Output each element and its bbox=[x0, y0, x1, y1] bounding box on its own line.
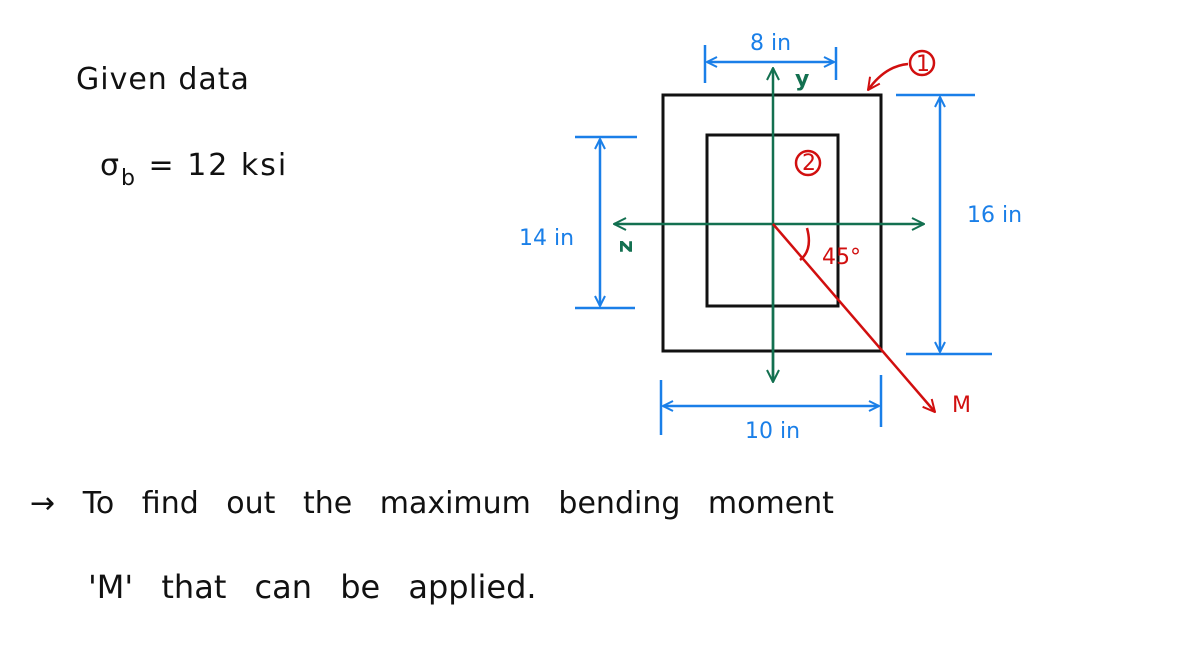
dim-left-label: 14 in bbox=[519, 226, 574, 251]
goal-text-1: To find out the maximum bending moment bbox=[82, 486, 834, 521]
region-2-label: 2 bbox=[802, 151, 816, 176]
angle-label: 45° bbox=[822, 245, 861, 270]
goal-statement-line-1: → To find out the maximum bending moment bbox=[30, 486, 834, 521]
y-axis-label: y bbox=[795, 67, 809, 92]
z-axis-label: z bbox=[614, 240, 639, 253]
dim-bottom-label: 10 in bbox=[745, 419, 800, 444]
goal-statement-line-2: 'M' that can be applied. bbox=[88, 568, 537, 606]
region-1-pointer bbox=[868, 62, 909, 90]
moment-label: M bbox=[952, 393, 971, 418]
region-1-label: 1 bbox=[916, 52, 930, 77]
dim-top-label: 8 in bbox=[750, 31, 791, 56]
cross-section-diagram: y z 45° M 1 2 8 in 10 in 14 in 16 in bbox=[519, 31, 1022, 444]
arrow-right-icon: → bbox=[30, 486, 56, 521]
dim-right-label: 16 in bbox=[967, 203, 1022, 228]
